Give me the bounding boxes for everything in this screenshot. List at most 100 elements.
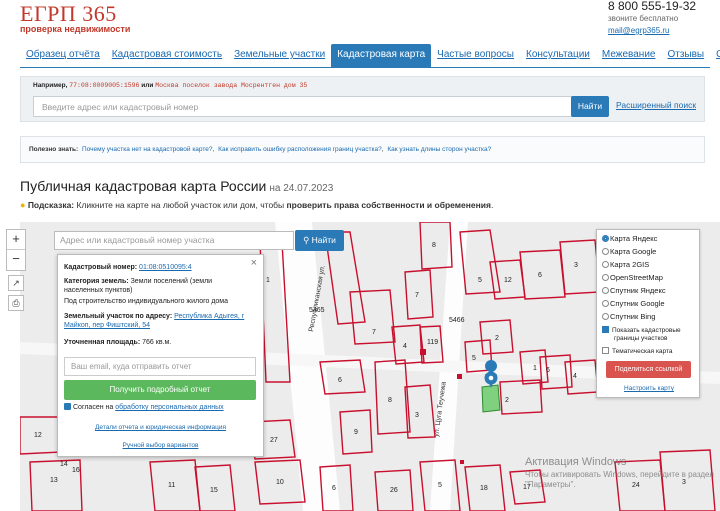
zoom-out-button[interactable]: −: [7, 250, 25, 270]
parcel-number-label: 10: [276, 479, 284, 486]
parcel-number-label: 6: [332, 485, 336, 492]
report-email-input[interactable]: Ваш email, куда отправить отчет: [64, 357, 256, 376]
parcel-number-label: 16: [72, 467, 80, 474]
zoom-in-button[interactable]: +: [7, 230, 25, 250]
parcel-number-label: 3: [574, 262, 578, 269]
parcel-address-row: Земельный участок по адресу: Республика …: [64, 313, 245, 329]
map-search-input[interactable]: Адрес или кадастровый номер участка: [54, 231, 294, 250]
ruler-icon[interactable]: ↗: [8, 275, 24, 291]
parcel-number-label: 5466: [449, 317, 465, 324]
nav-about[interactable]: О нас: [710, 44, 720, 67]
search-panel: Например, 77:08:0009005:1596 или Москва …: [20, 76, 705, 122]
parcel-number-label: 8: [388, 397, 392, 404]
personal-data-link[interactable]: обработку персональных данных: [115, 404, 223, 411]
lightbulb-icon: ●: [20, 200, 26, 210]
layer-yandex-satellite[interactable]: Спутник Яндекс: [602, 286, 666, 295]
parcel-number-label: 2: [495, 335, 499, 342]
parcel-number-label: 6: [546, 367, 550, 374]
useful-label: Полезно знать:: [29, 146, 79, 153]
location-pin-dot: [488, 375, 494, 381]
logo-subtitle: проверка недвижимости: [20, 24, 131, 34]
land-category-row: Категория земель: Земли поселений (земли…: [64, 278, 213, 294]
parcel-number-label: 6: [538, 272, 542, 279]
nav-faq[interactable]: Частые вопросы: [431, 44, 520, 67]
nav-cadastral-value[interactable]: Кадастровая стоимость: [106, 44, 228, 67]
layer-google-satellite[interactable]: Спутник Google: [602, 299, 665, 308]
nav-consultations[interactable]: Консультации: [520, 44, 596, 67]
parcel-info-popup: × Кадастровый номер: 01:08:0510095:4 Кат…: [57, 254, 264, 457]
windows-activation-watermark: Активация Windows Чтобы активировать Win…: [525, 456, 715, 490]
parcel-number-label: 4: [403, 343, 407, 350]
parcel-number-label: 6: [338, 377, 342, 384]
parcel-number-label: 18: [480, 485, 488, 492]
parcel-number-label: 27: [270, 437, 278, 444]
page-title: Публичная кадастровая карта России на 24.…: [20, 178, 334, 194]
useful-link-1[interactable]: Почему участка нет на кадастровой карте?: [82, 146, 213, 153]
land-usage: Под строительство индивидуального жилого…: [64, 298, 229, 305]
get-report-button[interactable]: Получить подробный отчет: [64, 380, 256, 400]
parcel-number-label: 8: [432, 242, 436, 249]
checkbox-icon: [602, 347, 609, 354]
cadastral-number-row: Кадастровый номер: 01:08:0510095:4: [64, 264, 192, 271]
parcel-number-label: 7: [415, 292, 419, 299]
parcel-number-label: 7: [372, 329, 376, 336]
layer-openstreetmap[interactable]: OpenStreetMap: [602, 273, 663, 282]
consent-checkbox[interactable]: Согласен на обработку персональных данны…: [64, 403, 224, 411]
zoom-control: + −: [6, 229, 26, 271]
thematic-map-checkbox[interactable]: Тематическая карта: [602, 347, 698, 356]
radio-icon: [602, 274, 609, 281]
layer-2gis-map[interactable]: Карта 2GIS: [602, 260, 649, 269]
nav-land-plots[interactable]: Земельные участки: [228, 44, 331, 67]
print-icon[interactable]: ⎙: [8, 295, 24, 311]
parcel-number-label: 5: [478, 277, 482, 284]
show-borders-checkbox[interactable]: Показать кадастровые границы участков: [602, 326, 698, 343]
address-search-input[interactable]: Введите адрес или кадастровый номер: [33, 96, 584, 117]
layer-bing-satellite[interactable]: Спутник Bing: [602, 312, 655, 321]
radio-icon: [602, 248, 609, 255]
map-date: на 24.07.2023: [269, 183, 334, 194]
parcel-number-label: 11: [168, 482, 175, 489]
parcel-number-label: 9: [354, 429, 358, 436]
useful-link-2[interactable]: Как исправить ошибку расположения границ…: [218, 146, 382, 153]
parcel-area-row: Уточненная площадь: 766 кв.м.: [64, 339, 172, 346]
search-icon: ⚲: [303, 235, 310, 245]
parcel-number-label: 12: [504, 277, 512, 284]
radio-icon: [602, 300, 609, 307]
logo-title: ЕГРП 365: [20, 1, 117, 26]
manual-select-link[interactable]: Ручной выбор вариантов: [58, 442, 263, 449]
find-button[interactable]: Найти: [571, 96, 609, 117]
parcel-number-label: 26: [390, 487, 398, 494]
phone-note: звоните бесплатно: [608, 14, 679, 23]
advanced-search-link[interactable]: Расширенный поиск: [616, 100, 696, 110]
share-link-button[interactable]: Поделиться ссылкой: [606, 361, 691, 378]
selected-parcel[interactable]: [481, 384, 501, 413]
map-layers-panel: Карта Яндекс Карта Google Карта 2GIS Ope…: [596, 229, 700, 398]
main-nav: Образец отчёта Кадастровая стоимость Зем…: [20, 44, 720, 68]
nav-sample-report[interactable]: Образец отчёта: [20, 44, 106, 67]
site-logo[interactable]: ЕГРП 365 проверка недвижимости: [20, 1, 131, 35]
parcel-number-label: 5: [438, 482, 442, 489]
cadastral-number-link[interactable]: 01:08:0510095:4: [139, 264, 192, 271]
windows-activation-text: Чтобы активировать Windows, перейдите в …: [525, 470, 714, 489]
setup-map-link[interactable]: Настроить карту: [597, 385, 701, 392]
radio-icon: [602, 313, 609, 320]
checkbox-checked-icon: [64, 403, 71, 410]
parcel-number-label: 2: [505, 397, 509, 404]
example-code[interactable]: 77:08:0009005:1596: [69, 82, 139, 89]
example-address[interactable]: Москва поселок завода Мосрентген дом 35: [155, 82, 307, 89]
parcel-number-label: 5: [472, 355, 476, 362]
nav-reviews[interactable]: Отзывы: [661, 44, 710, 67]
parcel-number-label: 119: [427, 339, 438, 346]
useful-link-3[interactable]: Как узнать длины сторон участка?: [387, 146, 491, 153]
phone-number[interactable]: 8 800 555-19-32: [608, 0, 698, 13]
report-details-link[interactable]: Детали отчета и юридическая информация: [58, 424, 263, 431]
map-find-button[interactable]: ⚲ Найти: [295, 230, 344, 251]
nav-cadastral-map[interactable]: Кадастровая карта: [331, 44, 432, 67]
checkbox-checked-icon: [602, 326, 609, 333]
email-link[interactable]: mail@egrp365.ru: [608, 26, 698, 35]
windows-activation-title: Активация Windows: [525, 456, 627, 468]
useful-links-bar: Полезно знать: Почему участка нет на кад…: [20, 136, 705, 163]
layer-yandex-map[interactable]: Карта Яндекс: [602, 234, 657, 243]
layer-google-map[interactable]: Карта Google: [602, 247, 656, 256]
nav-surveying[interactable]: Межевание: [596, 44, 662, 67]
